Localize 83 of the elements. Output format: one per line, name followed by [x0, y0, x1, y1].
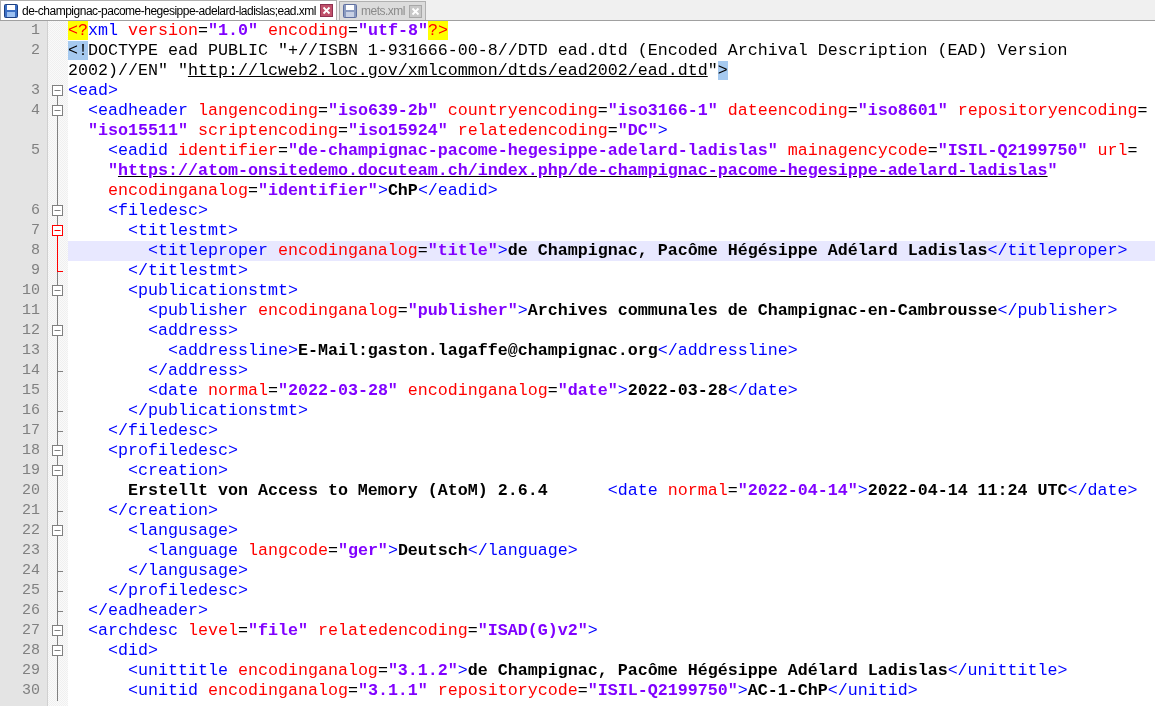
line-number: 12: [22, 322, 40, 339]
line-number: 16: [22, 402, 40, 419]
line-number: 18: [22, 442, 40, 459]
code-line: </filedesc>: [106, 421, 219, 441]
code-line: <creation>: [126, 461, 229, 481]
code-line: <filedesc>: [106, 201, 209, 221]
close-icon[interactable]: [320, 4, 333, 17]
line-number: 21: [22, 502, 40, 519]
code-line: <addressline>E-Mail:gaston.lagaffe@champignac.org</addressline>: [166, 341, 799, 361]
fold-toggle-icon[interactable]: [52, 445, 63, 456]
line-number: 25: [22, 582, 40, 599]
code-line: </address>: [146, 361, 249, 381]
code-line: <titlestmt>: [126, 221, 239, 241]
fold-toggle-icon[interactable]: [52, 625, 63, 636]
line-number: 17: [22, 422, 40, 439]
url-link[interactable]: https://atom-onsitedemo.docuteam.ch/index.php/de-champignac-pacome-hegesippe-adelard-ladislas: [118, 161, 1048, 180]
fold-toggle-icon[interactable]: [52, 285, 63, 296]
code-line: <eadheader langencoding="iso639-2b" countryencoding="iso3166-1" dateencoding="iso8601" repositoryencoding=: [87, 101, 1149, 121]
code-line: </publicationstmt>: [126, 401, 309, 421]
line-number: 19: [22, 462, 40, 479]
line-number: 22: [22, 522, 40, 539]
code-line: <?xml version="1.0" encoding="utf-8"?>: [68, 21, 449, 41]
fold-toggle-icon[interactable]: [52, 325, 63, 336]
file-icon: [343, 4, 357, 18]
fold-toggle-icon[interactable]: [52, 465, 63, 476]
file-icon: [4, 3, 18, 18]
line-number: 20: [22, 482, 40, 499]
line-number: 5: [31, 142, 40, 159]
line-number: 9: [31, 262, 40, 279]
code-line: <did>: [106, 641, 159, 661]
line-number: 26: [22, 602, 40, 619]
fold-toggle-icon[interactable]: [52, 645, 63, 656]
code-line: <profiledesc>: [106, 441, 239, 461]
fold-toggle-icon[interactable]: [52, 85, 63, 96]
line-number: 11: [22, 302, 40, 319]
line-number: 30: [22, 682, 40, 699]
code-line: <archdesc level="file" relatedencoding="ISAD(G)v2">: [87, 621, 599, 641]
code-text: >: [717, 61, 728, 80]
line-number: 1: [31, 22, 40, 39]
code-line: "iso15511" scriptencoding="iso15924" relatedencoding="DC">: [87, 121, 669, 141]
line-number: 29: [22, 662, 40, 679]
code-line: encodinganalog="identifier">ChP</eadid>: [106, 181, 499, 201]
line-number: 10: [22, 282, 40, 299]
code-line: </titlestmt>: [126, 261, 249, 281]
line-number: 7: [31, 222, 40, 239]
line-number: 15: [22, 382, 40, 399]
code-line: <publicationstmt>: [126, 281, 299, 301]
line-number: 8: [31, 242, 40, 259]
line-number: 23: [22, 542, 40, 559]
code-line: <unitid encodinganalog="3.1.1" repositorycode="ISIL-Q2199750">AC-1-ChP</unitid>: [126, 681, 919, 701]
code-text: ": [707, 61, 718, 80]
line-number: 4: [31, 102, 40, 119]
fold-toggle-icon[interactable]: [52, 105, 63, 116]
code-line: </profiledesc>: [106, 581, 249, 601]
fold-toggle-icon[interactable]: [52, 525, 63, 536]
fold-toggle-icon[interactable]: [52, 205, 63, 216]
url-link[interactable]: http://lcweb2.loc.gov/xmlcommon/dtds/ead2002/ead.dtd: [187, 61, 708, 80]
code-text: ": [1047, 161, 1058, 180]
code-line: <unittitle encodinganalog="3.1.2">de Champignac, Pacôme Hégésippe Adélard Ladislas</unittitle>: [126, 661, 1069, 681]
code-line: <date normal="2022-03-28" encodinganalog="date">2022-03-28</date>: [146, 381, 799, 401]
editor-tab[interactable]: de-champignac-pacome-hegesippe-adelard-ladislas;ead.xml: [0, 0, 337, 20]
code-line: <publisher encodinganalog="publisher">Archives communales de Champignac-en-Cambrousse</publisher>: [146, 301, 1119, 321]
code-text: ": [106, 161, 118, 180]
code-line: <langusage>: [126, 521, 239, 541]
code-line: <!DOCTYPE ead PUBLIC "+//ISBN 1-931666-00-8//DTD ead.dtd (Encoded Archival Description (EAD) Version: [68, 41, 1069, 61]
code-line: </eadheader>: [87, 601, 209, 621]
code-text: 2002)//EN" ": [68, 61, 188, 80]
line-number: 24: [22, 562, 40, 579]
line-number: 14: [22, 362, 40, 379]
code-line: </langusage>: [126, 561, 249, 581]
code-line: Erstellt von Access to Memory (AtoM) 2.6.4 <date normal="2022-04-14">2022-04-14 11:24 UTC</date>: [126, 481, 1139, 501]
line-number: 27: [22, 622, 40, 639]
line-number: 6: [31, 202, 40, 219]
code-line: </creation>: [106, 501, 219, 521]
line-number: 2: [31, 42, 40, 59]
fold-toggle-icon[interactable]: [52, 225, 63, 236]
code-line: <address>: [146, 321, 239, 341]
line-number: 3: [31, 82, 40, 99]
code-line: <language langcode="ger">Deutsch</language>: [146, 541, 579, 561]
line-number: 13: [22, 342, 40, 359]
line-number: 28: [22, 642, 40, 659]
code-line: <ead>: [68, 81, 119, 101]
code-line: <eadid identifier="de-champignac-pacome-hegesippe-adelard-ladislas" mainagencycode="ISIL-Q2199750" url=: [106, 141, 1139, 161]
